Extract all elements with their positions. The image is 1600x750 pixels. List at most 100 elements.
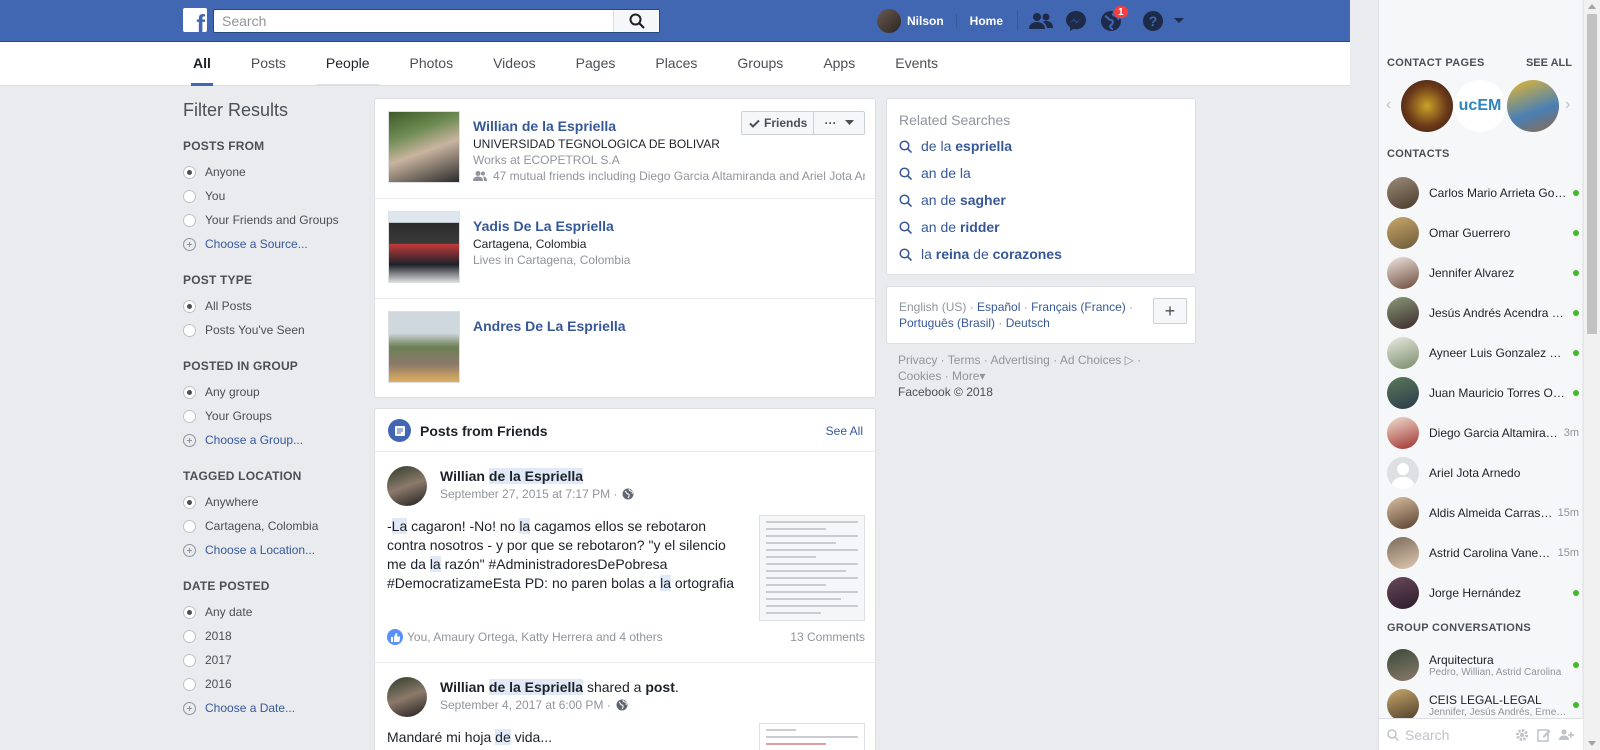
- choose-date-link[interactable]: Choose a Date...: [183, 696, 353, 720]
- filter-option[interactable]: Any group: [183, 380, 353, 404]
- messages-icon[interactable]: [1064, 9, 1088, 33]
- tab-all[interactable]: All: [183, 42, 221, 86]
- chevron-left-icon[interactable]: ‹: [1386, 96, 1391, 114]
- radio-selected[interactable]: [183, 165, 196, 179]
- choose-group-link[interactable]: Choose a Group...: [183, 428, 353, 452]
- footer-link[interactable]: Cookies: [898, 369, 941, 383]
- footer-link[interactable]: Ad Choices: [1060, 353, 1121, 367]
- filter-option[interactable]: Your Friends and Groups: [183, 208, 353, 232]
- gear-icon[interactable]: [1515, 728, 1529, 742]
- contact-item[interactable]: Aldis Almeida Carrascal 15m: [1387, 493, 1579, 533]
- related-search-item[interactable]: de la espriella: [899, 136, 1012, 156]
- radio-selected[interactable]: [183, 299, 196, 313]
- contact-page-logo[interactable]: [1401, 80, 1453, 132]
- radio[interactable]: [183, 213, 196, 227]
- contact-item[interactable]: Carlos Mario Arrieta Gonzalez: [1387, 173, 1579, 213]
- post-author[interactable]: Willian de la Espriella shared a post.: [440, 679, 679, 695]
- see-all-pages-link[interactable]: SEE ALL: [1526, 57, 1572, 69]
- tab-places[interactable]: Places: [645, 42, 707, 86]
- language-link[interactable]: Español: [977, 300, 1020, 314]
- tab-pages[interactable]: Pages: [566, 42, 626, 86]
- search-button[interactable]: [613, 10, 659, 32]
- tab-events[interactable]: Events: [885, 42, 948, 86]
- filter-option[interactable]: 2018: [183, 624, 353, 648]
- page-scrollbar[interactable]: [1583, 0, 1600, 750]
- person-name-link[interactable]: Yadis De La Espriella: [473, 218, 614, 234]
- footer-link[interactable]: Privacy: [898, 353, 937, 367]
- filter-option[interactable]: You: [183, 184, 353, 208]
- radio[interactable]: [183, 323, 196, 337]
- contact-page-logo[interactable]: [1507, 80, 1559, 132]
- language-link[interactable]: Deutsch: [1006, 316, 1050, 330]
- more-options-button[interactable]: ···: [813, 111, 865, 135]
- facebook-logo[interactable]: f: [183, 8, 207, 32]
- contact-item[interactable]: Diego Garcia Altamiranda 3m: [1387, 413, 1579, 453]
- tab-posts[interactable]: Posts: [241, 42, 296, 86]
- chat-search-input[interactable]: [1405, 726, 1505, 743]
- post-likes-summary[interactable]: You, Amaury Ortega, Katty Herrera and 4 …: [407, 630, 663, 644]
- scroll-up-arrow[interactable]: [1588, 4, 1596, 9]
- related-search-item[interactable]: an de sagher: [899, 190, 1006, 210]
- person-name-link[interactable]: Willian de la Espriella: [473, 118, 616, 134]
- related-search-item[interactable]: an de la: [899, 163, 971, 183]
- related-search-item[interactable]: an de ridder: [899, 217, 1000, 237]
- contact-item[interactable]: Juan Mauricio Torres Ortiz: [1387, 373, 1579, 413]
- filter-option[interactable]: Cartagena, Colombia: [183, 514, 353, 538]
- language-link[interactable]: Português (Brasil): [899, 316, 995, 330]
- user-avatar[interactable]: [877, 9, 901, 33]
- person-photo[interactable]: [388, 211, 460, 283]
- filter-option[interactable]: Anywhere: [183, 490, 353, 514]
- scroll-down-arrow[interactable]: [1588, 741, 1596, 746]
- contact-item[interactable]: Ariel Jota Arnedo: [1387, 453, 1579, 493]
- related-search-item[interactable]: la reina de corazones: [899, 244, 1062, 264]
- radio[interactable]: [183, 189, 196, 203]
- choose-source-link[interactable]: Choose a Source...: [183, 232, 353, 256]
- contact-item[interactable]: Omar Guerrero: [1387, 213, 1579, 253]
- post-attachment-thumbnail[interactable]: [759, 515, 865, 621]
- person-photo[interactable]: [388, 111, 460, 183]
- filter-option[interactable]: Your Groups: [183, 404, 353, 428]
- see-all-posts-link[interactable]: See All: [826, 424, 863, 438]
- filter-option[interactable]: 2017: [183, 648, 353, 672]
- tab-people[interactable]: People: [315, 42, 380, 86]
- friend-requests-icon[interactable]: [1029, 9, 1054, 33]
- tab-photos[interactable]: Photos: [400, 42, 464, 86]
- radio-selected[interactable]: [183, 605, 196, 619]
- radio[interactable]: [183, 519, 196, 533]
- tab-groups[interactable]: Groups: [727, 42, 793, 86]
- contact-page-logo[interactable]: ucEM: [1454, 80, 1506, 132]
- filter-option[interactable]: Anyone: [183, 160, 353, 184]
- home-link[interactable]: Home: [957, 11, 1019, 31]
- help-icon[interactable]: ?: [1141, 9, 1165, 33]
- post-attachment-thumbnail[interactable]: [759, 723, 865, 750]
- footer-link[interactable]: More: [952, 369, 979, 383]
- contact-item[interactable]: Jennifer Alvarez: [1387, 253, 1579, 293]
- group-conversation-item[interactable]: Arquitectura Pedro, Willian, Astrid Carol…: [1387, 645, 1579, 685]
- language-link[interactable]: Français (France): [1031, 300, 1126, 314]
- filter-option[interactable]: Any date: [183, 600, 353, 624]
- radio[interactable]: [183, 409, 196, 423]
- choose-location-link[interactable]: Choose a Location...: [183, 538, 353, 562]
- post-author-avatar[interactable]: [387, 677, 427, 717]
- contact-item[interactable]: Jesús Andrés Acendra Pautt: [1387, 293, 1579, 333]
- person-photo[interactable]: [388, 311, 460, 383]
- person-name-link[interactable]: Andres De La Espriella: [473, 318, 626, 334]
- post-author[interactable]: Willian de la Espriella: [440, 468, 584, 484]
- radio-selected[interactable]: [183, 385, 196, 399]
- post-timestamp[interactable]: September 27, 2015 at 7:17 PM ·: [440, 487, 634, 501]
- chevron-right-icon[interactable]: ›: [1565, 96, 1570, 114]
- compose-icon[interactable]: [1537, 728, 1551, 742]
- tab-apps[interactable]: Apps: [813, 42, 865, 86]
- radio[interactable]: [183, 677, 196, 691]
- friends-button[interactable]: Friends: [741, 111, 816, 135]
- new-group-icon[interactable]: [1559, 728, 1575, 742]
- radio[interactable]: [183, 653, 196, 667]
- post-timestamp[interactable]: September 4, 2017 at 6:00 PM ·: [440, 698, 628, 712]
- filter-option[interactable]: 2016: [183, 672, 353, 696]
- radio-selected[interactable]: [183, 495, 196, 509]
- account-menu-chevron-icon[interactable]: [1171, 9, 1187, 33]
- tab-videos[interactable]: Videos: [483, 42, 546, 86]
- scrollbar-thumb[interactable]: [1587, 14, 1597, 334]
- filter-option[interactable]: All Posts: [183, 294, 353, 318]
- footer-link[interactable]: Advertising: [990, 353, 1049, 367]
